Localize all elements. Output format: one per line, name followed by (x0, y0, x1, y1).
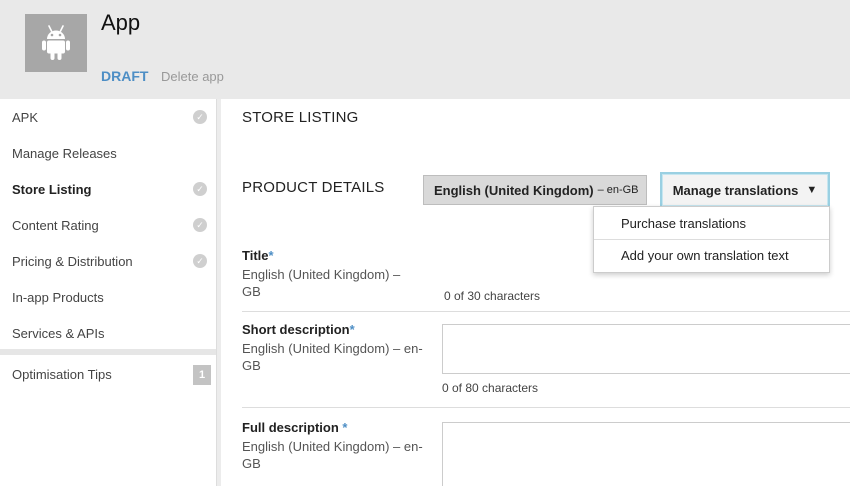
sidebar-divider (0, 349, 216, 355)
sidebar-item-label: APK (12, 109, 39, 125)
required-marker: * (268, 248, 274, 263)
sidebar-item-label: Pricing & Distribution (12, 253, 133, 269)
sidebar-item-pricing-distribution[interactable]: Pricing & Distribution ✓ (0, 243, 216, 279)
section-title: PRODUCT DETAILS (242, 179, 385, 196)
sidebar-item-label: Optimisation Tips (12, 366, 112, 382)
app-header: App DRAFT Delete app (0, 0, 850, 99)
sidebar-item-label: Content Rating (12, 217, 99, 233)
sidebar-item-apk[interactable]: APK ✓ (0, 99, 216, 135)
title-char-count: 0 of 30 characters (444, 289, 541, 303)
full-description-label-text: Full description (242, 420, 343, 435)
sidebar-nav: APK ✓ Manage Releases Store Listing ✓ Co… (0, 99, 221, 486)
field-divider (242, 311, 850, 312)
sidebar-item-label: Services & APIs (12, 325, 105, 341)
required-marker: * (342, 420, 348, 435)
full-description-input[interactable] (442, 422, 850, 486)
delete-app-link[interactable]: Delete app (161, 69, 224, 84)
sidebar-item-label: Store Listing (12, 181, 92, 197)
sidebar-item-in-app-products[interactable]: In-app Products (0, 279, 216, 315)
sidebar-item-label: In-app Products (12, 289, 104, 305)
full-description-label: Full description * (242, 420, 347, 435)
short-description-char-count: 0 of 80 characters (442, 381, 539, 395)
language-selector-button[interactable]: English (United Kingdom) – en-GB (423, 175, 647, 205)
language-name: English (United Kingdom) (434, 182, 594, 198)
full-description-language: English (United Kingdom) – en-GB (242, 439, 423, 471)
sidebar-item-services-apis[interactable]: Services & APIs (0, 315, 216, 351)
sidebar-item-store-listing[interactable]: Store Listing ✓ (0, 171, 216, 207)
short-description-language: English (United Kingdom) – en-GB (242, 341, 423, 373)
language-separator: – (597, 184, 604, 196)
caret-down-icon: ▼ (806, 184, 818, 196)
sidebar-item-manage-releases[interactable]: Manage Releases (0, 135, 216, 171)
title-label: Title* (242, 248, 274, 263)
page-title: STORE LISTING (242, 109, 359, 126)
check-circle-icon: ✓ (193, 218, 207, 232)
translations-dropdown-menu: Purchase translations Add your own trans… (593, 206, 830, 273)
check-circle-icon: ✓ (193, 110, 207, 124)
required-marker: * (349, 322, 355, 337)
sidebar-item-optimisation-tips[interactable]: Optimisation Tips 1 (0, 356, 216, 392)
check-circle-icon: ✓ (193, 254, 207, 268)
short-description-label-text: Short description (242, 322, 350, 337)
tips-count-badge: 1 (193, 365, 211, 385)
full-description-field-row: Full description * English (United Kingd… (242, 420, 850, 486)
field-divider (242, 407, 850, 408)
main-content: STORE LISTING PRODUCT DETAILS English (U… (221, 99, 850, 486)
short-description-field-row: Short description* English (United Kingd… (242, 322, 850, 402)
manage-translations-label: Manage translations (672, 182, 799, 198)
sidebar-item-content-rating[interactable]: Content Rating ✓ (0, 207, 216, 243)
title-language: English (United Kingdom) – GB (242, 267, 401, 299)
language-code: en-GB (606, 184, 639, 196)
check-circle-icon: ✓ (193, 182, 207, 196)
short-description-input[interactable] (442, 324, 850, 374)
manage-translations-button[interactable]: Manage translations ▼ (660, 172, 830, 208)
android-icon (25, 14, 87, 72)
sidebar-item-label: Manage Releases (12, 145, 117, 161)
app-status-badge: DRAFT (101, 68, 149, 84)
app-title: App (101, 10, 141, 35)
menu-item-add-translation-text[interactable]: Add your own translation text (594, 239, 829, 271)
menu-item-purchase-translations[interactable]: Purchase translations (594, 207, 829, 239)
short-description-label: Short description* (242, 322, 355, 337)
title-label-text: Title (242, 248, 269, 263)
